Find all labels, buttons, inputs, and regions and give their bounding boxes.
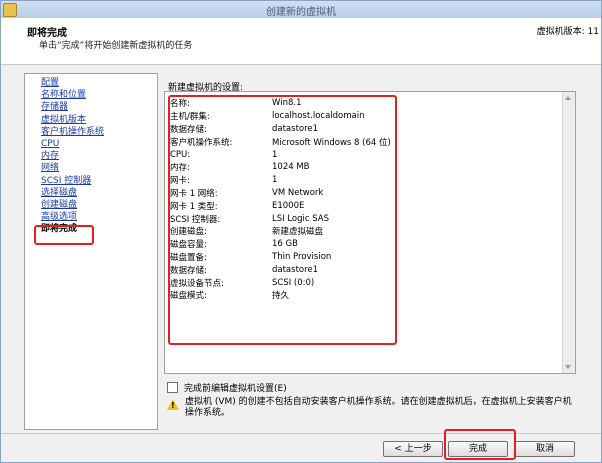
highlight-box-finish (444, 429, 516, 460)
vm-version: 虚拟机版本: 11 (536, 27, 599, 37)
back-button[interactable]: < 上一步 (383, 441, 443, 457)
sidebar-item-advanced[interactable]: 高级选项 (41, 211, 104, 223)
scroll-up-icon[interactable] (565, 96, 571, 100)
cancel-button[interactable]: 取消 (515, 441, 575, 457)
warning-icon: ! (167, 399, 179, 410)
title-bar: 创建新的虚拟机 (1, 1, 601, 19)
step-subtitle: 单击“完成”将开始创建新虚拟机的任务 (39, 41, 193, 51)
sidebar-item-name-location[interactable]: 名称和位置 (41, 89, 104, 101)
warning-message: ! 虚拟机 (VM) 的创建不包括自动安装客户机操作系统。请在创建虚拟机后，在虚… (167, 397, 577, 419)
highlight-box-sidebar (34, 225, 94, 245)
sidebar-item-select-disk[interactable]: 选择磁盘 (41, 187, 104, 199)
wizard-header: 即将完成 单击“完成”将开始创建新虚拟机的任务 虚拟机版本: 11 (1, 18, 601, 65)
sidebar-item-network[interactable]: 网络 (41, 162, 104, 174)
wizard-window: 创建新的虚拟机 即将完成 单击“完成”将开始创建新虚拟机的任务 虚拟机版本: 1… (0, 0, 602, 463)
sidebar-item-guest-os[interactable]: 客户机操作系统 (41, 126, 104, 138)
window-title: 创建新的虚拟机 (266, 7, 336, 18)
scroll-down-icon[interactable] (565, 365, 571, 369)
sidebar-item-scsi-controller[interactable]: SCSI 控制器 (41, 175, 104, 187)
sidebar-item-create-disk[interactable]: 创建磁盘 (41, 199, 104, 211)
step-title: 即将完成 (27, 28, 67, 39)
sidebar-item-config[interactable]: 配置 (41, 77, 104, 89)
edit-settings-option[interactable]: 完成前编辑虚拟机设置(E) (167, 381, 287, 394)
scrollbar[interactable] (562, 92, 575, 373)
sidebar-item-memory[interactable]: 内存 (41, 150, 104, 162)
warning-text: 虚拟机 (VM) 的创建不包括自动安装客户机操作系统。请在创建虚拟机后，在虚拟机… (185, 397, 572, 418)
highlight-box-settings (168, 95, 397, 345)
sidebar-item-vm-version[interactable]: 虚拟机版本 (41, 114, 104, 126)
edit-settings-checkbox[interactable] (167, 382, 178, 393)
sidebar-item-storage[interactable]: 存储器 (41, 101, 104, 113)
sidebar-item-cpu[interactable]: CPU (41, 138, 104, 150)
wizard-steps-list: 配置 名称和位置 存储器 虚拟机版本 客户机操作系统 CPU 内存 网络 SCS… (41, 77, 104, 235)
edit-settings-label[interactable]: 完成前编辑虚拟机设置(E) (184, 381, 287, 394)
wizard-steps-sidebar: 配置 名称和位置 存储器 虚拟机版本 客户机操作系统 CPU 内存 网络 SCS… (24, 73, 158, 430)
